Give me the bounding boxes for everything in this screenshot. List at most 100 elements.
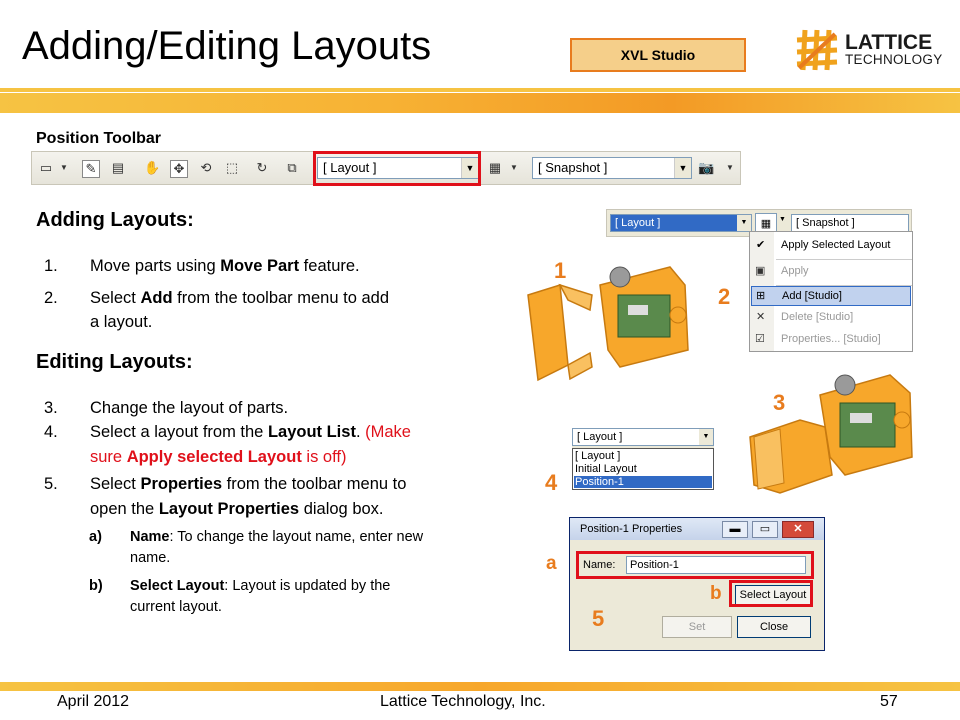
check-icon: ✔	[756, 239, 766, 251]
snapshot-dropdown[interactable]: [ Snapshot ]	[791, 214, 909, 232]
minimize-icon[interactable]: ▬	[722, 521, 748, 538]
chevron-down-icon: ▼	[737, 215, 751, 231]
dropdown-value: [ Snapshot ]	[796, 217, 855, 229]
snapshot-dropdown[interactable]: [ Snapshot ] ▼	[532, 157, 692, 179]
list-icon[interactable]: ▤	[110, 160, 126, 176]
callout-a: a	[546, 553, 557, 574]
sub-step-label: a)	[89, 529, 102, 545]
menu-item-apply-selected-layout[interactable]: ✔ Apply Selected Layout	[750, 235, 912, 257]
sub-step-text: : To change the layout name, enter new	[169, 529, 424, 545]
camera-icon[interactable]: 📷	[698, 160, 714, 176]
footer-company: Lattice Technology, Inc.	[380, 693, 546, 710]
snapshot-dropdown-value: [ Snapshot ]	[538, 160, 608, 175]
layout-list-dropdown[interactable]: [ Layout ] ▼	[572, 428, 714, 446]
changed-layout-part-illustration	[749, 374, 913, 494]
callout-3: 3	[773, 390, 786, 415]
step-number: 4.	[44, 423, 58, 441]
select-box-icon[interactable]: ⬚	[224, 160, 240, 176]
layout-list: [ Layout ] Initial Layout Position-1	[572, 448, 714, 490]
step-warning: sure	[90, 448, 127, 466]
exploded-part-illustration-1	[527, 266, 689, 382]
layout-list-item-selected[interactable]: Position-1	[574, 476, 712, 488]
step-bold: Layout Properties	[158, 500, 300, 518]
layout-list-item[interactable]: Initial Layout	[575, 463, 637, 475]
adding-layouts-heading: Adding Layouts:	[36, 209, 194, 231]
editing-layouts-heading: Editing Layouts:	[36, 351, 193, 373]
apply-icon: ▣	[755, 265, 766, 277]
name-highlight-box	[576, 551, 814, 579]
step-warning: (Make	[365, 423, 411, 441]
layout-dropdown-selected[interactable]: [ Layout ] ▼	[610, 214, 752, 232]
grip-icon: ▭	[39, 160, 53, 175]
menu-item-delete-studio[interactable]: ✕ Delete [Studio]	[750, 308, 912, 328]
dropdown-value: [ Layout ]	[615, 217, 661, 229]
step-bold: Move Part	[220, 257, 300, 275]
callout-b: b	[710, 583, 722, 604]
edit-layout-icon[interactable]: ✎	[82, 160, 100, 178]
chevron-down-icon: ▼	[699, 429, 713, 445]
sub-step-text: name.	[130, 550, 171, 566]
close-button[interactable]: Close	[737, 616, 811, 638]
layout-menu-icon[interactable]: ▦	[487, 160, 503, 176]
move-part-icon[interactable]: ✥	[170, 160, 188, 178]
step-warning: is off)	[301, 448, 347, 466]
menu-item-apply[interactable]: ▣ Apply	[750, 261, 912, 283]
sub-step-bold: Select Layout	[130, 578, 225, 594]
sub-step-text: current layout.	[130, 599, 222, 615]
page-title: Adding/Editing Layouts	[22, 24, 432, 68]
step-text: a layout.	[90, 313, 153, 331]
chevron-down-icon[interactable]: ▼	[779, 216, 786, 223]
step-number: 3.	[44, 399, 58, 417]
sub-step-bold: Name	[130, 529, 170, 545]
footer-stripe	[0, 682, 960, 691]
step-number: 2.	[44, 289, 58, 307]
callout-2: 2	[718, 284, 731, 309]
menu-item-label: Properties... [Studio]	[781, 333, 881, 345]
add-layout-icon: ⊞	[756, 290, 766, 302]
step-text: Change the layout of parts.	[90, 399, 289, 417]
logo-subtext: TECHNOLOGY	[845, 52, 943, 67]
product-badge: XVL Studio	[570, 38, 746, 72]
step-text: Move parts using	[90, 257, 221, 275]
step-text: Select	[90, 475, 141, 493]
chevron-down-icon[interactable]: ▼	[722, 160, 738, 176]
step-text: open the	[90, 500, 159, 518]
layout-list-control: [ Layout ] ▼ [ Layout ] Initial Layout P…	[572, 428, 714, 490]
menu-item-label: Apply Selected Layout	[781, 239, 891, 251]
refresh-icon[interactable]: ↻	[254, 160, 270, 176]
step-text: from the toolbar menu to	[222, 475, 407, 493]
menu-item-label: Add [Studio]	[782, 290, 842, 302]
callout-5: 5	[592, 606, 605, 631]
copy-icon[interactable]: ⧉	[284, 160, 300, 176]
menu-item-label: Apply	[781, 265, 809, 277]
chevron-down-icon: ▼	[674, 158, 691, 178]
step-bold: Layout List	[267, 423, 356, 441]
header-stripe	[0, 93, 960, 113]
close-icon[interactable]: ✕	[782, 521, 814, 538]
step-bold: Add	[140, 289, 173, 307]
step-text: Select a layout from the	[90, 423, 268, 441]
menu-separator	[776, 259, 912, 260]
rotate-icon[interactable]: ⟲	[198, 160, 214, 176]
menu-item-add-studio[interactable]: ⊞ Add [Studio]	[751, 286, 911, 306]
step-text: dialog box.	[299, 500, 384, 518]
chevron-down-icon[interactable]: ▼	[56, 160, 72, 176]
lattice-logo-icon	[795, 28, 839, 72]
select-layout-highlight-box	[729, 580, 813, 607]
callout-4: 4	[545, 470, 558, 495]
set-button[interactable]: Set	[662, 616, 732, 638]
logo-text: LATTICE	[845, 31, 933, 54]
dialog-title: Position-1 Properties	[580, 523, 683, 535]
sub-step-text: : Layout is updated by the	[224, 578, 391, 594]
callout-1: 1	[554, 258, 567, 283]
hand-icon[interactable]: ✋	[144, 160, 160, 176]
footer-page-number: 57	[880, 693, 898, 710]
step-text: feature.	[299, 257, 360, 275]
menu-item-label: Delete [Studio]	[781, 311, 854, 323]
layout-list-item[interactable]: [ Layout ]	[575, 450, 620, 462]
maximize-icon[interactable]: ▭	[752, 521, 778, 538]
menu-item-properties-studio[interactable]: ☑ Properties... [Studio]	[750, 330, 912, 350]
step-bold: Properties	[140, 475, 223, 493]
chevron-down-icon[interactable]: ▼	[506, 160, 522, 176]
properties-icon: ☑	[755, 333, 765, 345]
